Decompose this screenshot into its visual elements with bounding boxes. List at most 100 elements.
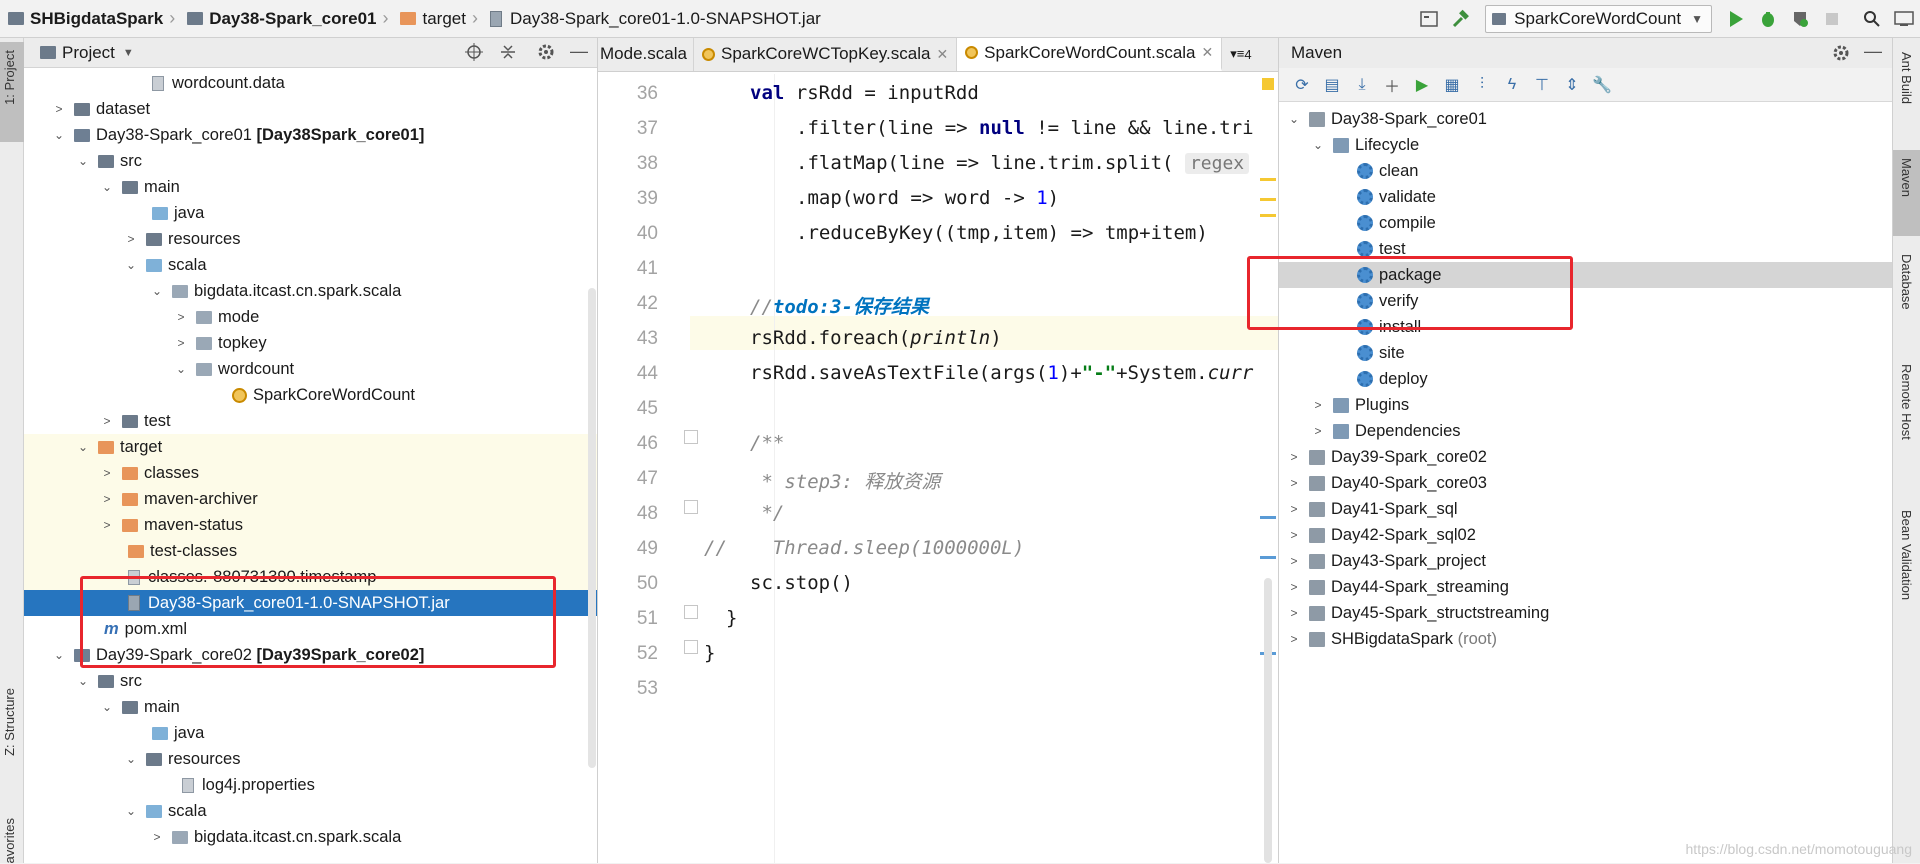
- chevron-down-icon[interactable]: ⌄: [174, 362, 188, 376]
- breadcrumb-target[interactable]: target ›: [392, 0, 481, 38]
- locate-icon[interactable]: [464, 42, 484, 67]
- chevron-right-icon[interactable]: >: [1311, 424, 1325, 438]
- chevron-right-icon[interactable]: >: [100, 518, 114, 532]
- close-icon[interactable]: ✕: [1202, 44, 1214, 61]
- download-icon[interactable]: ⤓: [1347, 71, 1377, 99]
- chevron-down-icon[interactable]: ⌄: [76, 440, 90, 454]
- gear-icon[interactable]: [536, 42, 556, 67]
- tab-sparkcorewctopkey[interactable]: SparkCoreWCTopKey.scala✕: [694, 38, 957, 71]
- tree-item-classes[interactable]: >classes: [24, 460, 598, 486]
- chevron-right-icon[interactable]: >: [100, 492, 114, 506]
- generate-sources-icon[interactable]: ▤: [1317, 71, 1347, 99]
- warning-marker-icon[interactable]: [1262, 78, 1274, 90]
- add-icon[interactable]: ＋: [1377, 71, 1407, 99]
- maven-dependencies[interactable]: >Dependencies: [1279, 418, 1892, 444]
- chevron-right-icon[interactable]: >: [1287, 632, 1301, 646]
- chevron-down-icon[interactable]: ⌄: [1287, 112, 1301, 126]
- chevron-down-icon[interactable]: ⌄: [1311, 138, 1325, 152]
- hide-panel-icon[interactable]: —: [570, 41, 588, 62]
- tree-item-main[interactable]: ⌄main: [24, 694, 598, 720]
- tree-item-test-classes[interactable]: test-classes: [24, 538, 598, 564]
- maven-project-day44[interactable]: >Day44-Spark_streaming: [1279, 574, 1892, 600]
- tree-item-dataset[interactable]: >dataset: [24, 96, 598, 122]
- reload-icon[interactable]: ⟳: [1287, 71, 1317, 99]
- collapse-all-icon[interactable]: ⇕: [1557, 71, 1587, 99]
- chevron-down-icon[interactable]: ⌄: [100, 700, 114, 714]
- maven-lifecycle[interactable]: ⌄Lifecycle: [1279, 132, 1892, 158]
- project-structure-icon[interactable]: [1415, 5, 1443, 33]
- chevron-down-icon[interactable]: ⌄: [124, 804, 138, 818]
- tree-item-src[interactable]: ⌄src: [24, 148, 598, 174]
- tab-sparkcorewordcount[interactable]: SparkCoreWordCount.scala✕: [957, 38, 1222, 71]
- maven-goal-clean[interactable]: clean: [1279, 158, 1892, 184]
- chevron-right-icon[interactable]: >: [100, 414, 114, 428]
- maven-goal-compile[interactable]: compile: [1279, 210, 1892, 236]
- chevron-down-icon[interactable]: ⌄: [100, 180, 114, 194]
- chevron-right-icon[interactable]: >: [52, 102, 66, 116]
- code-area[interactable]: val rsRdd = inputRdd .filter(line => nul…: [598, 76, 1278, 863]
- collapse-all-icon[interactable]: [498, 42, 518, 67]
- chevron-down-icon[interactable]: ⌄: [150, 284, 164, 298]
- tab-mode-scala[interactable]: Mode.scala✕: [598, 38, 694, 71]
- project-tool-tab[interactable]: 1: Project: [0, 42, 24, 142]
- chevron-down-icon[interactable]: ⌄: [124, 752, 138, 766]
- maven-goal-validate[interactable]: validate: [1279, 184, 1892, 210]
- tree-item-maven-archiver[interactable]: >maven-archiver: [24, 486, 598, 512]
- ant-build-tab[interactable]: Ant Build: [1899, 52, 1914, 104]
- chevron-right-icon[interactable]: >: [174, 336, 188, 350]
- hide-panel-icon[interactable]: —: [1864, 41, 1882, 62]
- breadcrumb-module[interactable]: Day38-Spark_core01 ›: [179, 0, 392, 38]
- chevron-right-icon[interactable]: >: [1287, 528, 1301, 542]
- chevron-down-icon[interactable]: ⌄: [52, 128, 66, 142]
- info-stripe[interactable]: [1260, 516, 1276, 519]
- tree-item-test[interactable]: >test: [24, 408, 598, 434]
- tree-item-src[interactable]: ⌄src: [24, 668, 598, 694]
- chevron-down-icon[interactable]: ⌄: [76, 674, 90, 688]
- chevron-right-icon[interactable]: >: [1287, 554, 1301, 568]
- chevron-right-icon[interactable]: >: [1287, 606, 1301, 620]
- chevron-right-icon[interactable]: >: [174, 310, 188, 324]
- skip-tests-icon[interactable]: ϟ: [1497, 71, 1527, 99]
- tree-item-java[interactable]: java: [24, 200, 598, 226]
- maven-project-day45[interactable]: >Day45-Spark_structstreaming: [1279, 600, 1892, 626]
- project-scrollbar[interactable]: [588, 288, 596, 768]
- chevron-down-icon[interactable]: ⌄: [124, 258, 138, 272]
- chevron-down-icon[interactable]: ⌄: [52, 648, 66, 662]
- maven-plugins[interactable]: >Plugins: [1279, 392, 1892, 418]
- tree-item-main[interactable]: ⌄main: [24, 174, 598, 200]
- toggle-offline-icon[interactable]: ⫶: [1467, 71, 1497, 99]
- coverage-icon[interactable]: [1786, 5, 1814, 33]
- tree-item-wordcount[interactable]: ⌄wordcount: [24, 356, 598, 382]
- run-maven-icon[interactable]: ▶: [1407, 71, 1437, 99]
- tree-item-package[interactable]: >bigdata.itcast.cn.spark.scala: [24, 824, 598, 850]
- bean-validation-tab[interactable]: Bean Validation: [1899, 510, 1914, 600]
- tree-item-module-day38[interactable]: ⌄Day38-Spark_core01 [Day38Spark_core01]: [24, 122, 598, 148]
- chevron-right-icon[interactable]: >: [1287, 580, 1301, 594]
- stop-icon[interactable]: [1818, 5, 1846, 33]
- chevron-right-icon[interactable]: >: [1287, 450, 1301, 464]
- maven-goal-site[interactable]: site: [1279, 340, 1892, 366]
- maven-project-day43[interactable]: >Day43-Spark_project: [1279, 548, 1892, 574]
- tree-item-mode[interactable]: >mode: [24, 304, 598, 330]
- tree-item-resources[interactable]: ⌄resources: [24, 746, 598, 772]
- breadcrumb-project[interactable]: SHBigdataSpark ›: [0, 0, 179, 38]
- debug-icon[interactable]: [1754, 5, 1782, 33]
- maven-tool-tab[interactable]: Maven: [1893, 150, 1920, 236]
- close-icon[interactable]: ✕: [936, 46, 948, 63]
- chevron-right-icon[interactable]: >: [124, 232, 138, 246]
- info-stripe[interactable]: [1260, 556, 1276, 559]
- maven-project-day39[interactable]: >Day39-Spark_core02: [1279, 444, 1892, 470]
- tree-item-maven-status[interactable]: >maven-status: [24, 512, 598, 538]
- warning-stripe[interactable]: [1260, 198, 1276, 201]
- run-configuration-select[interactable]: SparkCoreWordCount ▼: [1485, 5, 1712, 33]
- tree-item-resources[interactable]: >resources: [24, 226, 598, 252]
- chevron-right-icon[interactable]: >: [1287, 502, 1301, 516]
- tree-item-package[interactable]: ⌄bigdata.itcast.cn.spark.scala: [24, 278, 598, 304]
- chevron-right-icon[interactable]: >: [100, 466, 114, 480]
- tree-item-java[interactable]: java: [24, 720, 598, 746]
- chevron-right-icon[interactable]: >: [1287, 476, 1301, 490]
- tree-item-scala[interactable]: ⌄scala: [24, 798, 598, 824]
- search-icon[interactable]: [1858, 5, 1886, 33]
- maven-project-root[interactable]: >SHBigdataSpark (root): [1279, 626, 1892, 652]
- build-hammer-icon[interactable]: [1447, 5, 1475, 33]
